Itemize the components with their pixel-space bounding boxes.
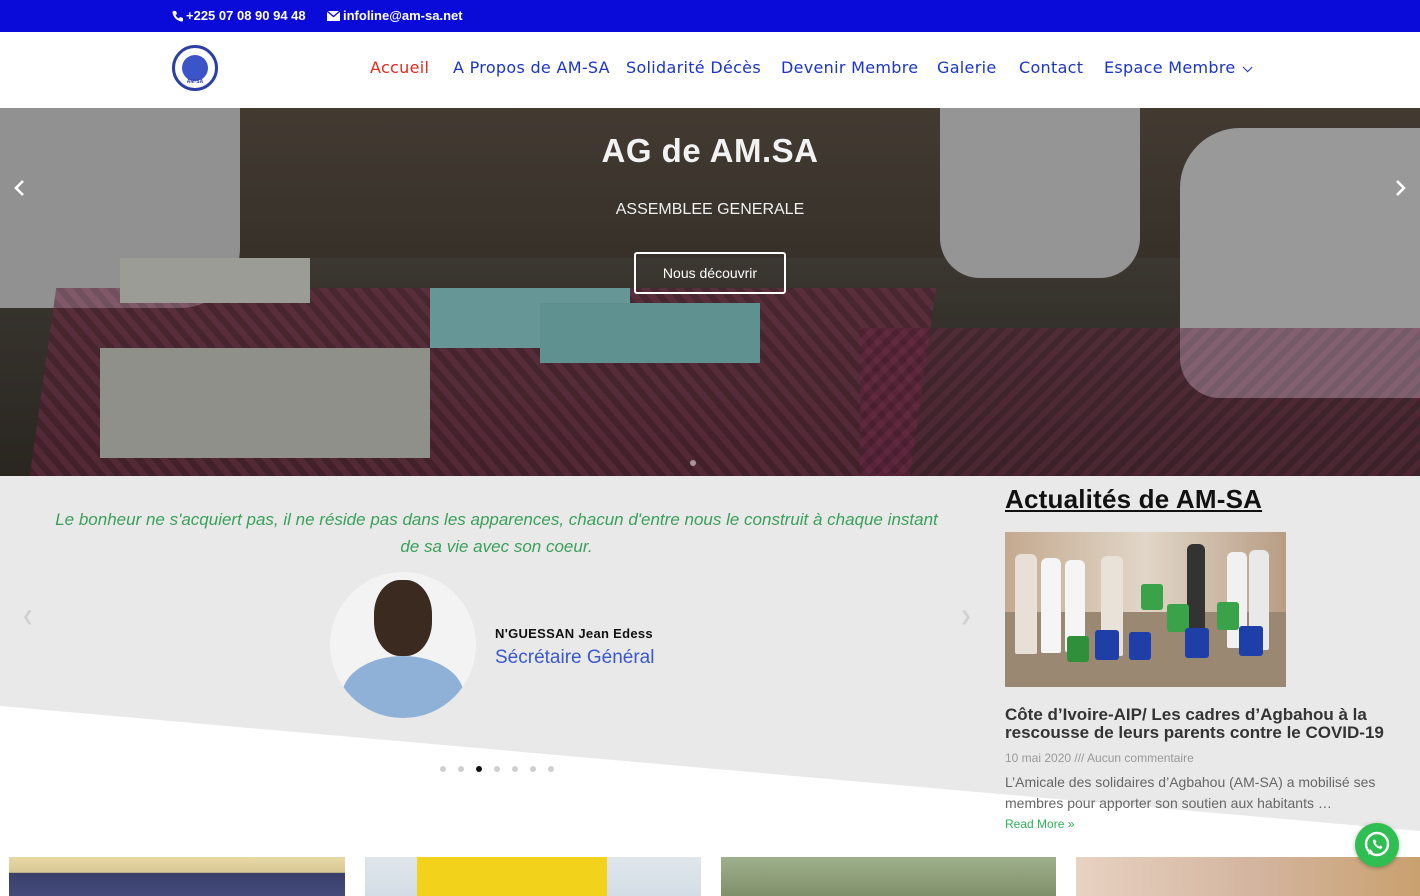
nav-solidarite-deces[interactable]: Solidarité Décès <box>626 58 761 77</box>
testimonial-quote: Le bonheur ne s'acquiert pas, il ne rési… <box>55 510 938 556</box>
news-post-meta: 10 mai 2020 /// Aucun commentaire <box>1005 751 1194 765</box>
site-header: AM·SA Accueil A Propos de AM-SA Solidari… <box>0 32 1420 108</box>
chevron-left-icon[interactable] <box>10 178 30 198</box>
slider-dot[interactable] <box>458 766 464 772</box>
thumb-bucket <box>1185 628 1209 658</box>
gallery-image[interactable] <box>9 857 345 896</box>
site-logo[interactable]: AM·SA <box>172 45 218 91</box>
chevron-right-icon[interactable]: ❯ <box>960 608 972 625</box>
thumb-bucket <box>1129 632 1151 660</box>
logo-text: AM·SA <box>186 79 204 85</box>
gallery-image[interactable] <box>721 857 1056 896</box>
slider-dot[interactable] <box>690 460 696 466</box>
whatsapp-icon <box>1364 831 1390 857</box>
nav-a-propos[interactable]: A Propos de AM-SA <box>453 58 610 77</box>
news-column: Actualités de AM-SA Côte d’Ivoire-AIP/ L… <box>1005 484 1420 831</box>
gallery-image[interactable] <box>365 857 701 896</box>
gallery-image-structure <box>417 857 607 896</box>
hero-subtitle: ASSEMBLEE GENERALE <box>615 201 805 218</box>
thumb-person <box>1015 554 1037 654</box>
chevron-down-icon <box>1242 62 1253 73</box>
thumb-person <box>1041 558 1061 653</box>
testimonial-name: N'GUESSAN Jean Edess <box>495 626 653 641</box>
phone-icon <box>172 10 183 22</box>
news-post-excerpt: L’Amicale des solidaires d’Agbahou (AM-S… <box>1005 774 1376 811</box>
slider-dot[interactable] <box>548 766 554 772</box>
slider-dot-active[interactable] <box>476 766 482 772</box>
avatar-head <box>374 580 432 656</box>
news-post-title[interactable]: Côte d’Ivoire-AIP/ Les cadres d’Agbahou … <box>1005 706 1420 742</box>
slider-dot[interactable] <box>440 766 446 772</box>
hero-title: AG de AM.SA <box>601 132 819 169</box>
whatsapp-button[interactable] <box>1355 823 1399 867</box>
topbar-email[interactable]: infoline@am-sa.net <box>327 8 463 23</box>
nav-contact[interactable]: Contact <box>1019 58 1083 77</box>
thumb-bucket <box>1095 630 1119 660</box>
nav-galerie[interactable]: Galerie <box>937 58 996 77</box>
phone-number: +225 07 08 90 94 48 <box>186 8 306 23</box>
chevron-left-icon[interactable]: ❮ <box>22 608 34 625</box>
slider-dot[interactable] <box>512 766 518 772</box>
handshake-icon <box>182 55 208 81</box>
chevron-right-icon[interactable] <box>1390 178 1410 198</box>
nav-espace-membre[interactable]: Espace Membre <box>1104 58 1253 77</box>
slider-dot[interactable] <box>530 766 536 772</box>
news-heading[interactable]: Actualités de AM-SA <box>1005 484 1420 515</box>
nav-devenir-membre[interactable]: Devenir Membre <box>781 58 918 77</box>
topbar-phone[interactable]: +225 07 08 90 94 48 <box>172 8 306 23</box>
testimonial-dots <box>440 766 554 772</box>
thumb-bucket <box>1239 626 1263 656</box>
thumb-bucket <box>1217 602 1239 630</box>
avatar-shirt <box>342 656 464 718</box>
nav-accueil[interactable]: Accueil <box>370 58 429 77</box>
thumb-bucket <box>1067 636 1089 662</box>
testimonial-role: Sécrétaire Général <box>495 647 655 668</box>
top-bar: +225 07 08 90 94 48 infoline@am-sa.net <box>0 0 1420 32</box>
hero-slider: AG de AM.SA ASSEMBLEE GENERALE Nous déco… <box>0 108 1420 476</box>
envelope-icon <box>327 10 340 21</box>
news-thumbnail[interactable] <box>1005 532 1286 687</box>
read-more-link[interactable]: Read More » <box>1005 817 1074 831</box>
avatar <box>330 572 476 718</box>
gallery-row <box>0 857 1420 896</box>
nav-espace-membre-label: Espace Membre <box>1104 58 1236 77</box>
thumb-bucket <box>1141 584 1163 610</box>
email-address: infoline@am-sa.net <box>343 8 463 23</box>
slider-dot[interactable] <box>494 766 500 772</box>
hero-cta-button[interactable]: Nous découvrir <box>634 252 786 294</box>
